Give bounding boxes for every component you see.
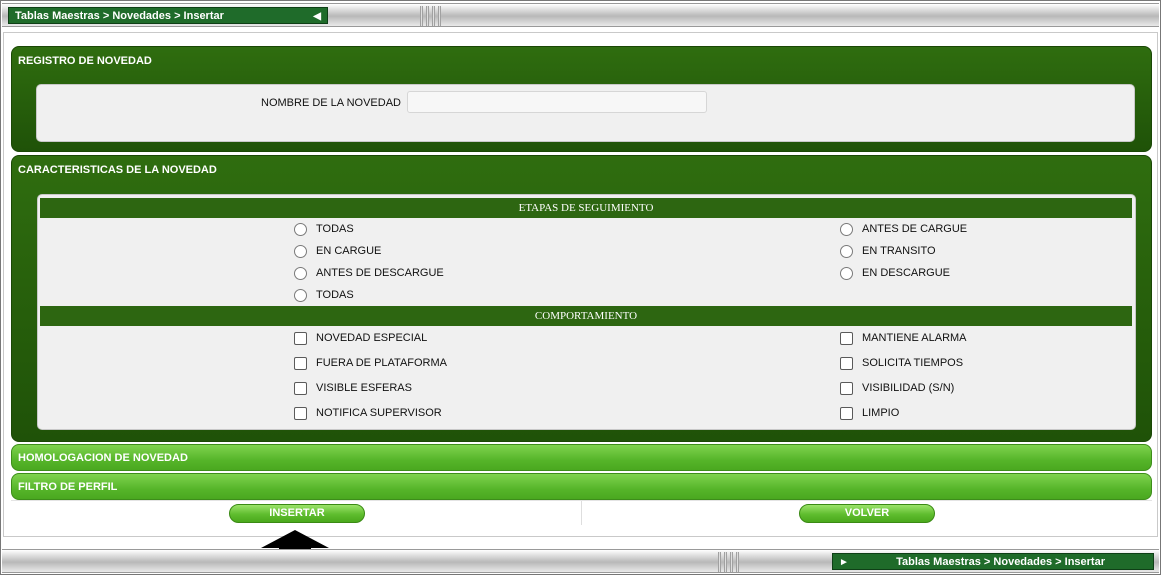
triangle-right-icon[interactable]: ► [839, 554, 849, 571]
checkbox-option[interactable]: VISIBLE ESFERAS [294, 380, 412, 396]
panel-caracteristicas: CARACTERISTICAS DE LA NOVEDAD ETAPAS DE … [11, 155, 1152, 442]
checkbox-option[interactable]: MANTIENE ALARMA [840, 330, 967, 346]
radio-option[interactable]: EN DESCARGUE [840, 265, 950, 281]
breadcrumb-text: Tablas Maestras > Novedades > Insertar [15, 10, 224, 22]
checkbox-option[interactable]: VISIBILIDAD (S/N) [840, 380, 954, 396]
checkbox[interactable] [840, 381, 853, 395]
radio-option[interactable]: ANTES DE DESCARGUE [294, 265, 444, 281]
checkbox[interactable] [294, 356, 307, 370]
action-bar: INSERTAR VOLVER [11, 500, 1152, 525]
splitter-grip[interactable] [708, 552, 748, 572]
nombre-label: NOMBRE DE LA NOVEDAD [261, 97, 401, 109]
radio-button[interactable] [294, 266, 307, 280]
checkbox[interactable] [294, 406, 307, 420]
divider [581, 501, 582, 525]
checkbox-option[interactable]: NOTIFICA SUPERVISOR [294, 405, 442, 421]
checkbox-option[interactable]: NOVEDAD ESPECIAL [294, 330, 427, 346]
nombre-novedad-input[interactable] [407, 91, 707, 113]
checkbox-option[interactable]: LIMPIO [840, 405, 899, 421]
panel-registro-novedad: REGISTRO DE NOVEDAD NOMBRE DE LA NOVEDAD [11, 46, 1152, 152]
radio-button[interactable] [840, 222, 853, 236]
checkbox[interactable] [840, 356, 853, 370]
radio-button[interactable] [840, 266, 853, 280]
panel-homologacion[interactable]: HOMOLOGACION DE NOVEDAD [11, 444, 1152, 471]
radio-button[interactable] [294, 244, 307, 258]
breadcrumb-bottom[interactable]: ► Tablas Maestras > Novedades > Insertar [832, 553, 1154, 570]
checkbox[interactable] [294, 331, 307, 345]
registro-form: NOMBRE DE LA NOVEDAD [36, 84, 1135, 142]
radio-button[interactable] [294, 222, 307, 236]
radio-option[interactable]: ANTES DE CARGUE [840, 221, 967, 237]
triangle-left-icon[interactable]: ◀ [313, 8, 321, 25]
checkbox[interactable] [840, 331, 853, 345]
panel-title: HOMOLOGACION DE NOVEDAD [18, 452, 188, 464]
insertar-button[interactable]: INSERTAR [229, 504, 365, 523]
caracteristicas-form: ETAPAS DE SEGUIMIENTO TODAS EN CARGUE AN… [37, 194, 1136, 430]
breadcrumb-top[interactable]: Tablas Maestras > Novedades > Insertar ◀ [8, 7, 328, 24]
checkbox-option[interactable]: SOLICITA TIEMPOS [840, 355, 963, 371]
radio-button[interactable] [840, 244, 853, 258]
checkbox[interactable] [840, 406, 853, 420]
radio-option[interactable]: TODAS [294, 287, 354, 303]
panel-filtro-perfil[interactable]: FILTRO DE PERFIL [11, 473, 1152, 500]
radio-button[interactable] [294, 288, 307, 302]
panel-title: FILTRO DE PERFIL [18, 481, 118, 493]
volver-button[interactable]: VOLVER [799, 504, 935, 523]
radio-option[interactable]: EN TRANSITO [840, 243, 936, 259]
panel-title: CARACTERISTICAS DE LA NOVEDAD [18, 164, 217, 176]
breadcrumb-text: Tablas Maestras > Novedades > Insertar [896, 556, 1105, 568]
panel-title: REGISTRO DE NOVEDAD [18, 55, 152, 67]
comportamiento-header: COMPORTAMIENTO [40, 306, 1132, 326]
radio-option[interactable]: EN CARGUE [294, 243, 381, 259]
splitter-grip[interactable] [410, 6, 450, 26]
etapas-header: ETAPAS DE SEGUIMIENTO [40, 198, 1132, 218]
checkbox[interactable] [294, 381, 307, 395]
radio-option[interactable]: TODAS [294, 221, 354, 237]
checkbox-option[interactable]: FUERA DE PLATAFORMA [294, 355, 447, 371]
